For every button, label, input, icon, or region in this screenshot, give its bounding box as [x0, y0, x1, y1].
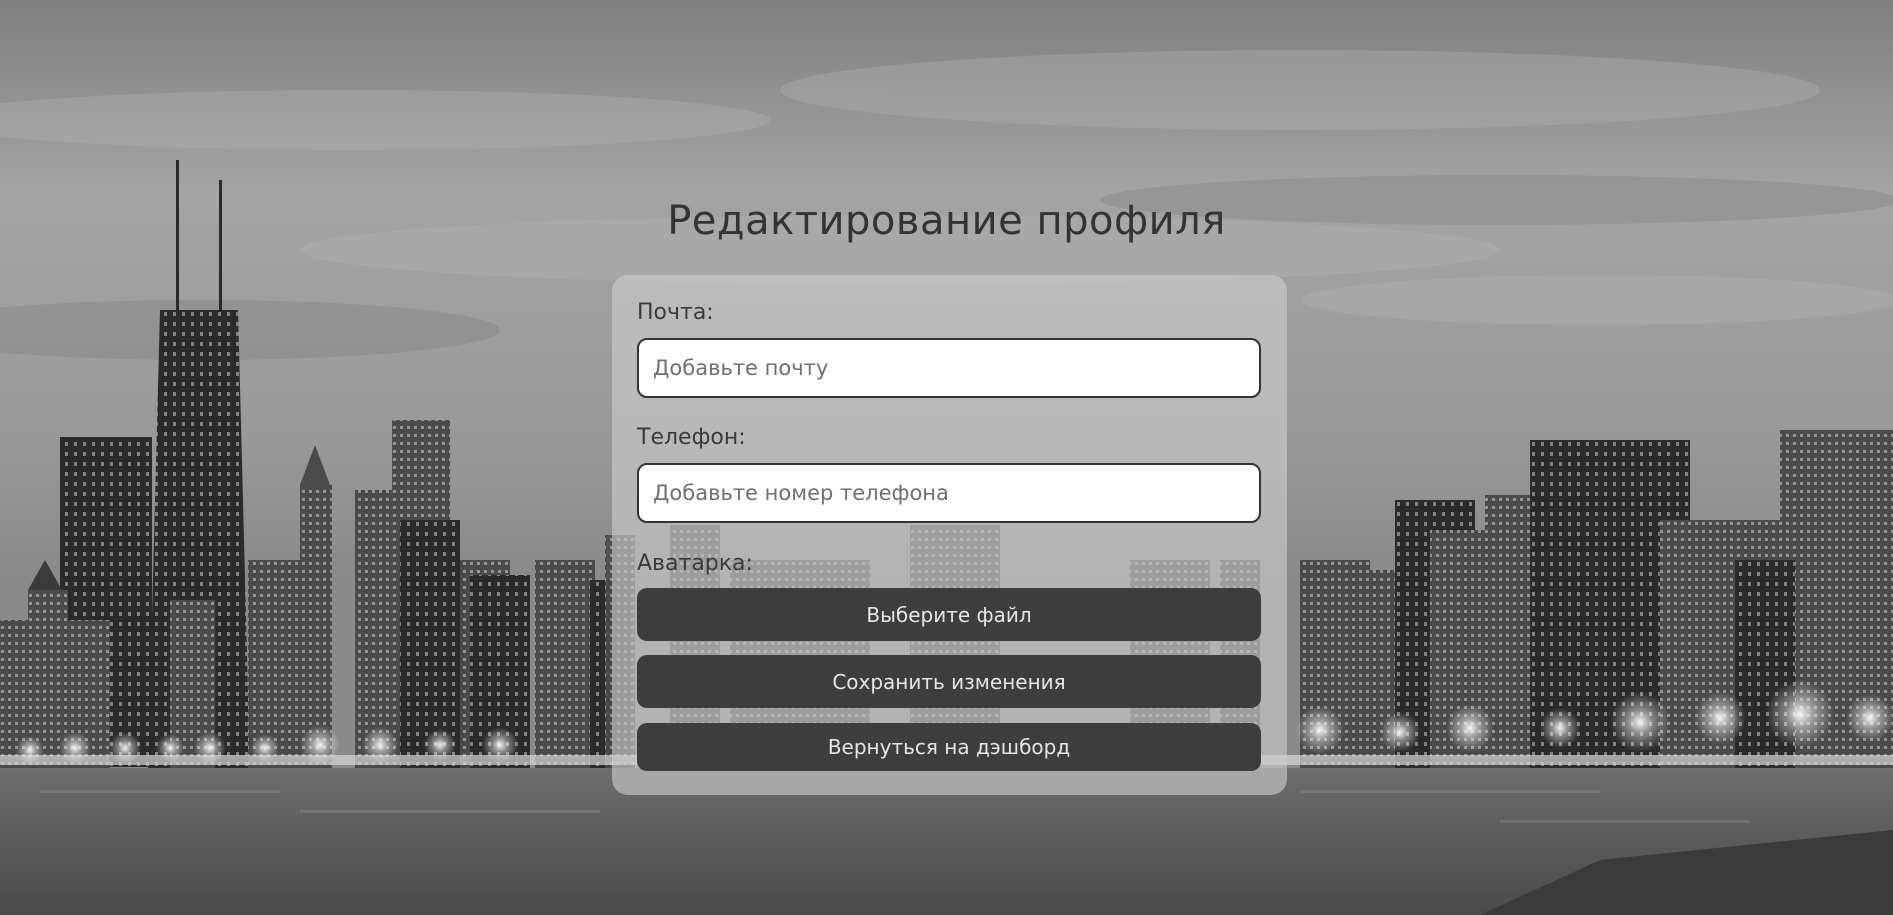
choose-file-button[interactable]: Выберите файл — [637, 588, 1261, 641]
save-changes-button[interactable]: Сохранить изменения — [637, 655, 1261, 708]
page-title: Редактирование профиля — [667, 198, 1226, 244]
avatar-label: Аватарка: — [637, 551, 753, 576]
edit-profile-page: Редактирование профиля Почта: Телефон: А… — [0, 0, 1893, 915]
back-to-dashboard-button[interactable]: Вернуться на дэшборд — [637, 723, 1261, 771]
profile-form-card: Почта: Телефон: Аватарка: Выберите файл … — [612, 275, 1287, 795]
email-input[interactable] — [637, 338, 1261, 398]
email-label: Почта: — [637, 300, 714, 325]
phone-label: Телефон: — [637, 425, 746, 450]
phone-input[interactable] — [637, 463, 1261, 523]
